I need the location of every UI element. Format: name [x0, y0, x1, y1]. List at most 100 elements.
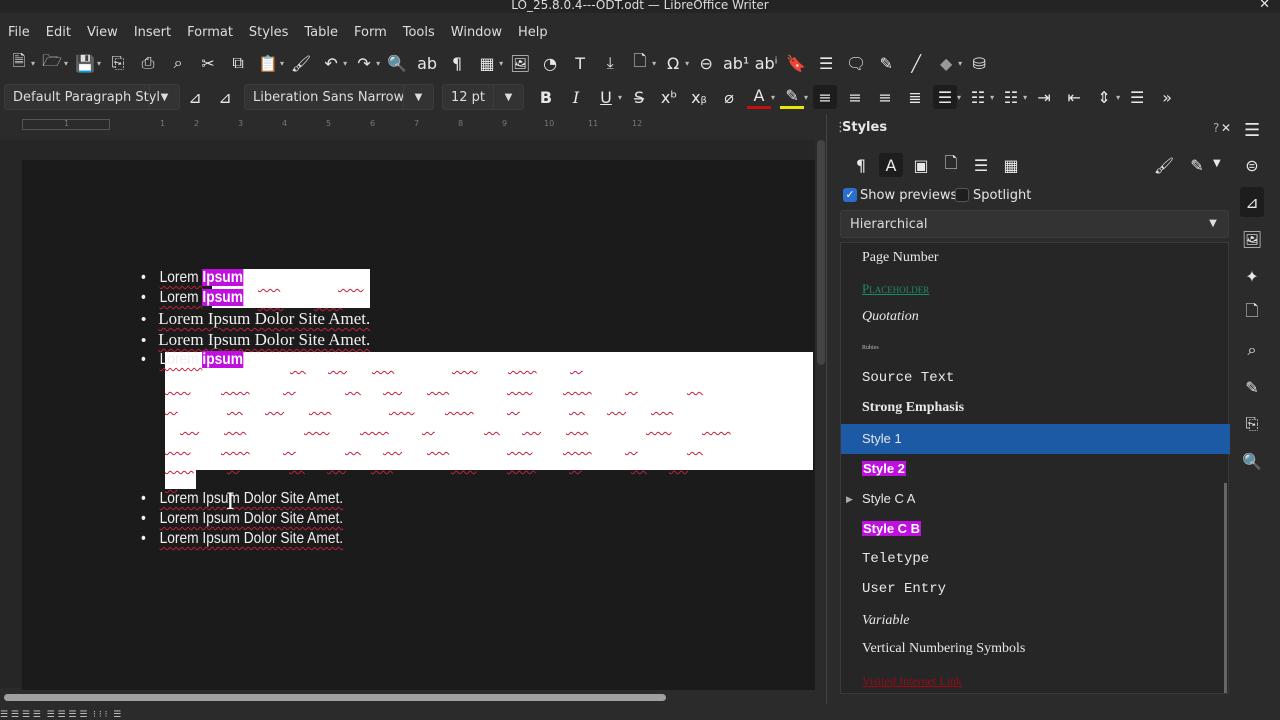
decrease-indent-icon[interactable]: ⇤: [1062, 85, 1086, 109]
style-item-variable[interactable]: Variable: [841, 606, 1230, 636]
style-item-style-c-a[interactable]: ▶ Style C A: [841, 484, 1230, 514]
chevron-down-icon[interactable]: ▾: [685, 59, 689, 68]
strikethrough-icon[interactable]: S̶: [627, 85, 651, 109]
justify-icon[interactable]: ≣: [903, 85, 927, 109]
styles-list[interactable]: Page Number Placeholder Quotation Rubies…: [840, 242, 1230, 696]
highlight-color-icon[interactable]: ✎: [780, 85, 805, 109]
print-icon[interactable]: ⎙: [136, 51, 160, 75]
italic-button[interactable]: I: [564, 85, 588, 109]
style-item-visited-internet-link[interactable]: Visited Internet Link: [841, 666, 1230, 696]
align-right-icon[interactable]: ≡: [873, 85, 897, 109]
menu-file[interactable]: File: [0, 22, 38, 44]
ordered-list-icon[interactable]: ☷: [966, 85, 990, 109]
open-folder-icon[interactable]: 🗁: [40, 51, 64, 75]
show-previews-checkbox[interactable]: ✓: [843, 188, 857, 202]
line-icon[interactable]: ╱: [904, 51, 928, 75]
insert-table-icon[interactable]: ▦: [475, 51, 499, 75]
style-item-rubies[interactable]: Rubies: [841, 333, 1230, 363]
sidebar-menu-icon[interactable]: ☰: [1244, 120, 1260, 141]
chevron-down-icon[interactable]: ▾: [64, 59, 68, 68]
page-break-icon[interactable]: ⤓: [598, 51, 622, 75]
help-button[interactable]: ?: [1213, 121, 1219, 135]
menu-table[interactable]: Table: [296, 22, 346, 44]
chevron-down-icon[interactable]: ▾: [343, 59, 347, 68]
horizontal-ruler[interactable]: 1 1 2 3 4 5 6 7 8 9 10 11 12: [0, 116, 815, 136]
menu-help[interactable]: Help: [510, 22, 556, 44]
design-icon[interactable]: ⎘: [1240, 409, 1264, 439]
bold-button[interactable]: B: [534, 85, 558, 109]
formatting-marks-icon[interactable]: ¶: [445, 51, 469, 75]
align-left-icon[interactable]: ≡: [813, 85, 838, 109]
align-center-icon[interactable]: ≡: [843, 85, 867, 109]
chevron-down-icon[interactable]: ▼: [149, 85, 179, 109]
chevron-down-icon[interactable]: ▾: [376, 59, 380, 68]
insert-field-icon[interactable]: 🗋: [628, 51, 652, 75]
menu-styles[interactable]: Styles: [241, 22, 296, 44]
cross-reference-icon[interactable]: ☰: [814, 51, 838, 75]
style-item-source-text[interactable]: Source Text: [841, 363, 1230, 393]
more-options-button[interactable]: »: [1155, 85, 1179, 109]
gallery-icon[interactable]: 🖼: [1240, 224, 1264, 254]
style-item-strong-emphasis[interactable]: Strong Emphasis: [841, 393, 1230, 423]
list-styles-icon[interactable]: ☰: [969, 153, 993, 177]
chevron-down-icon[interactable]: ▾: [957, 93, 961, 102]
line-spacing-icon[interactable]: ⇕: [1092, 85, 1116, 109]
styles-list-scrollbar[interactable]: [1224, 483, 1227, 693]
table-styles-icon[interactable]: ▦: [999, 153, 1023, 177]
endnote-icon[interactable]: abⁱ: [754, 51, 778, 75]
font-name-combo[interactable]: Liberation Sans Narrow ▼: [244, 84, 434, 110]
list-item[interactable]: • Lorem Ipsum Dolor Site Amet.: [141, 510, 343, 528]
clone-formatting-icon[interactable]: 🖌: [289, 51, 313, 75]
list-item[interactable]: • Lorem Ipsum: [141, 269, 243, 287]
menu-insert[interactable]: Insert: [126, 22, 179, 44]
bookmark-icon[interactable]: 🔖: [784, 51, 808, 75]
insert-chart-icon[interactable]: ◔: [538, 51, 562, 75]
new-document-icon[interactable]: 🗎: [7, 51, 31, 75]
fill-format-icon[interactable]: 🖌: [1152, 153, 1176, 177]
new-style-from-selection-icon[interactable]: ✎: [1185, 153, 1209, 177]
chevron-down-icon[interactable]: ▾: [804, 93, 808, 102]
controls-icon[interactable]: ⛁: [967, 51, 991, 75]
chevron-down-icon[interactable]: ▾: [1023, 93, 1027, 102]
page-deck-icon[interactable]: 🗋: [1240, 298, 1264, 328]
insert-image-icon[interactable]: 🖼: [508, 51, 532, 75]
find-replace-icon[interactable]: 🔍: [385, 51, 409, 75]
menu-tools[interactable]: Tools: [395, 22, 443, 44]
manage-changes-icon[interactable]: ✎: [1240, 372, 1264, 402]
chevron-down-icon[interactable]: ▾: [499, 59, 503, 68]
paragraph-styles-icon[interactable]: ¶: [849, 153, 873, 177]
list-tools-icon[interactable]: ☰ ☰ ☰ ☰ ☰ ☰ ☰ ☰ ⁝ ⁝ ⁝ ☰: [0, 710, 121, 720]
list-item[interactable]: • Lorem Ipsum Dolor Site Amet.: [141, 490, 343, 508]
list-item[interactable]: • Lorem Ipsum Dolor Site Amet.: [141, 330, 370, 350]
frame-styles-icon[interactable]: ▣: [909, 153, 933, 177]
styles-deck-icon[interactable]: ⊿: [1240, 187, 1264, 217]
menu-format[interactable]: Format: [179, 22, 241, 44]
navigator-icon[interactable]: ✦: [1240, 261, 1264, 291]
chevron-down-icon[interactable]: ▾: [1116, 93, 1120, 102]
chevron-down-icon[interactable]: ▾: [97, 59, 101, 68]
sidebar-divider[interactable]: [826, 114, 827, 704]
save-icon[interactable]: 💾: [73, 51, 97, 75]
character-styles-icon[interactable]: A: [879, 153, 903, 177]
menu-view[interactable]: View: [79, 22, 126, 44]
new-style-icon[interactable]: ⊿: [213, 85, 237, 109]
paste-icon[interactable]: 📋: [256, 51, 280, 75]
paragraph-spacing-icon[interactable]: ☰: [1125, 85, 1149, 109]
font-color-icon[interactable]: A: [747, 85, 772, 109]
style-item-vertical-numbering-symbols[interactable]: Vertical Numbering Symbols: [841, 634, 1230, 664]
style-item-page-number[interactable]: Page Number: [841, 243, 1230, 273]
horizontal-scrollbar[interactable]: [4, 694, 666, 701]
style-item-user-entry[interactable]: User Entry: [841, 574, 1230, 604]
style-item-style-2[interactable]: Style 2: [841, 454, 1230, 484]
footnote-icon[interactable]: ab¹: [723, 51, 749, 75]
copy-icon[interactable]: ⧉: [226, 51, 250, 75]
menu-form[interactable]: Form: [346, 22, 395, 44]
clear-formatting-icon[interactable]: ⌀: [717, 85, 741, 109]
chevron-down-icon[interactable]: ▼: [403, 85, 433, 109]
chevron-down-icon[interactable]: ▾: [958, 59, 962, 68]
vertical-scrollbar[interactable]: [817, 140, 825, 365]
chevron-down-icon[interactable]: ▾: [652, 59, 656, 68]
comment-icon[interactable]: 🗨: [844, 51, 868, 75]
find-icon[interactable]: 🔍: [1240, 446, 1264, 476]
print-preview-icon[interactable]: ⌕: [166, 51, 190, 75]
